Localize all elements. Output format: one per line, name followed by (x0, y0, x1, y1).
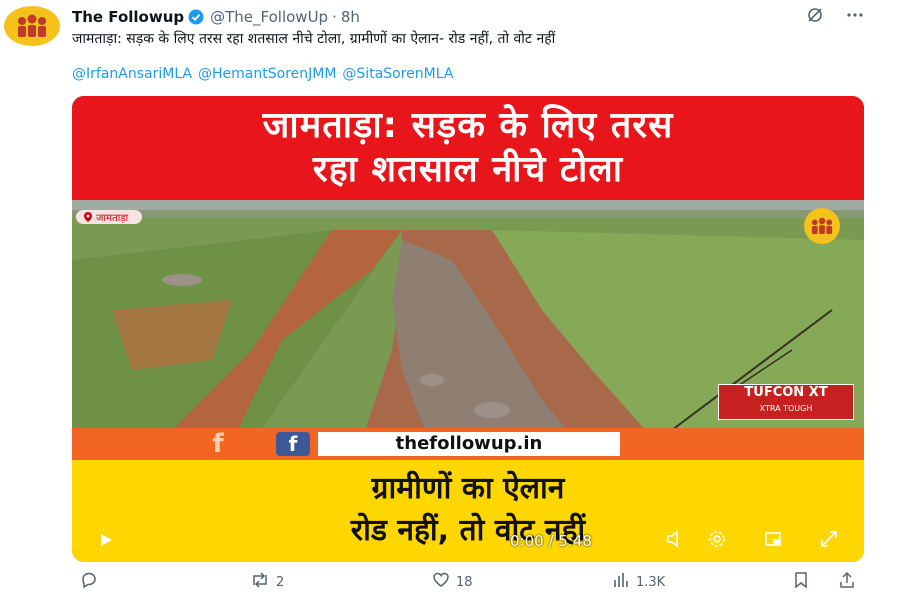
sponsor-tagline: XTRA TOUGH (759, 404, 813, 413)
author-handle[interactable]: @The_FollowUp (210, 8, 328, 26)
mentions: @IrfanAnsariMLA @HemantSorenJMM @SitaSor… (72, 66, 852, 82)
tweet-actions: 2 18 1.3K (72, 571, 864, 593)
tweet-text: जामताड़ा: सड़क के लिए तरस रहा शतसाल नीचे… (72, 31, 556, 47)
tweet: The Followup @The_FollowUp · 8h जामताड़ा… (0, 0, 900, 600)
location-label: जामताड़ा (96, 213, 129, 224)
like-button[interactable]: 18 (432, 571, 473, 593)
retweet-count: 2 (276, 574, 285, 590)
facebook-icon: f (276, 432, 310, 456)
bookmark-icon (792, 571, 810, 593)
timestamp[interactable]: 8h (341, 8, 360, 26)
reply-icon (80, 571, 98, 593)
author-name[interactable]: The Followup (72, 8, 184, 26)
views-icon (612, 571, 630, 593)
location-pin-icon (84, 212, 92, 222)
grok-icon[interactable] (806, 6, 824, 28)
location-tag: जामताड़ा (76, 210, 143, 224)
share-icon (838, 571, 856, 593)
followup-logo-icon (18, 14, 46, 37)
mention-link[interactable]: @SitaSorenMLA (342, 66, 453, 82)
share-button[interactable] (838, 571, 856, 593)
views-button[interactable]: 1.3K (612, 571, 665, 593)
avatar[interactable] (4, 6, 60, 46)
slogan-text: ग्रामीणों का ऐलान रोड नहीं, तो वोट नहीं (72, 468, 864, 552)
facebook-watermark: f (212, 429, 224, 459)
video-timecode: 0:00 / 5:48 (510, 532, 592, 550)
separator-dot: · (332, 8, 337, 26)
mention-link[interactable]: @HemantSorenJMM (198, 66, 336, 82)
more-icon[interactable] (846, 6, 864, 28)
settings-icon[interactable] (708, 530, 726, 552)
slogan-line-1: ग्रामीणों का ऐलान (371, 471, 565, 506)
slogan-line-2: रोड नहीं, तो वोट नहीं (350, 513, 586, 548)
verified-badge-icon (188, 9, 204, 25)
mention-link[interactable]: @IrfanAnsariMLA (72, 66, 192, 82)
sponsor-name: TUFCON XT (744, 385, 828, 400)
sponsor-overlay: TUFCON XT XTRA TOUGH (718, 384, 854, 420)
reply-button[interactable] (80, 571, 98, 593)
fullscreen-icon[interactable] (820, 530, 838, 552)
channel-badge (804, 208, 840, 244)
volume-icon[interactable] (666, 530, 684, 552)
site-url: thefollowup.in (318, 432, 620, 456)
headline-line-2: रहा शतसाल नीचे टोला (312, 149, 624, 190)
bookmark-button[interactable] (792, 571, 810, 593)
like-count: 18 (456, 574, 473, 590)
headline-line-1: जामताड़ा: सड़क के लिए तरस (262, 105, 674, 146)
pip-icon[interactable] (764, 530, 782, 552)
view-count: 1.3K (636, 574, 666, 590)
followup-logo-icon (811, 217, 833, 234)
header-actions (806, 6, 864, 28)
video-headline: जामताड़ा: सड़क के लिए तरस रहा शतसाल नीचे… (72, 104, 864, 192)
retweet-icon (250, 571, 270, 593)
retweet-button[interactable]: 2 (250, 571, 284, 593)
heart-icon (432, 571, 450, 593)
play-icon[interactable] (98, 532, 114, 552)
video-player[interactable]: जामताड़ा: सड़क के लिए तरस रहा शतसाल नीचे… (72, 96, 864, 562)
tweet-header: The Followup @The_FollowUp · 8h (72, 6, 872, 28)
